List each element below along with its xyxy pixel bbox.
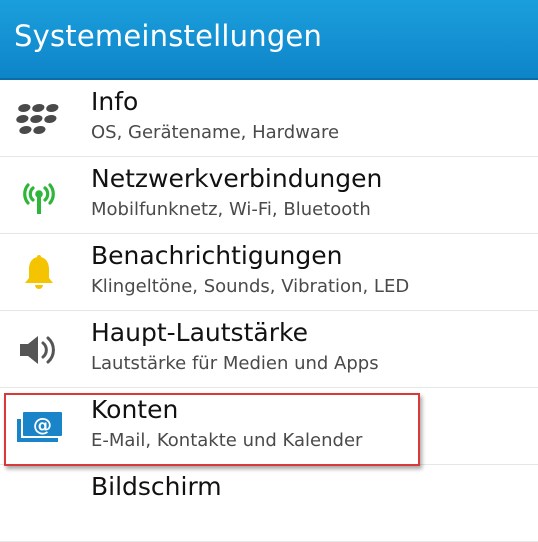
accounts-at-icon: @: [14, 406, 64, 448]
settings-item-title: Info: [91, 87, 139, 116]
settings-item-subtitle: Lautstärke für Medien und Apps: [91, 353, 379, 374]
settings-item-subtitle: OS, Gerätename, Hardware: [91, 122, 340, 143]
blackberry-logo-icon: [14, 98, 64, 140]
settings-item-subtitle: Mobilfunknetz, Wi-Fi, Bluetooth: [91, 199, 371, 220]
settings-item-notifications[interactable]: Benachrichtigungen Klingeltöne, Sounds, …: [0, 234, 538, 311]
settings-item-info[interactable]: Info OS, Gerätename, Hardware: [0, 80, 538, 157]
settings-item-subtitle: E-Mail, Kontakte und Kalender: [91, 430, 363, 451]
page-title: Systemeinstellungen: [14, 19, 323, 53]
speaker-icon: [14, 329, 64, 371]
settings-item-title: Haupt-Lautstärke: [91, 318, 308, 347]
settings-item-display[interactable]: Bildschirm: [0, 465, 538, 542]
title-bar: Systemeinstellungen: [0, 0, 538, 80]
antenna-signal-icon: [14, 175, 64, 217]
settings-item-title: Konten: [91, 395, 179, 424]
settings-item-title: Bildschirm: [91, 472, 222, 501]
bell-icon: [14, 252, 64, 294]
display-icon: [14, 483, 64, 525]
settings-item-volume[interactable]: Haupt-Lautstärke Lautstärke für Medien u…: [0, 311, 538, 388]
settings-item-title: Benachrichtigungen: [91, 241, 343, 270]
settings-item-accounts[interactable]: @ Konten E-Mail, Kontakte und Kalender: [0, 388, 538, 465]
svg-text:@: @: [33, 414, 52, 436]
settings-item-title: Netzwerkverbindungen: [91, 164, 383, 193]
settings-item-network[interactable]: Netzwerkverbindungen Mobilfunknetz, Wi-F…: [0, 157, 538, 234]
settings-item-subtitle: Klingeltöne, Sounds, Vibration, LED: [91, 276, 410, 297]
